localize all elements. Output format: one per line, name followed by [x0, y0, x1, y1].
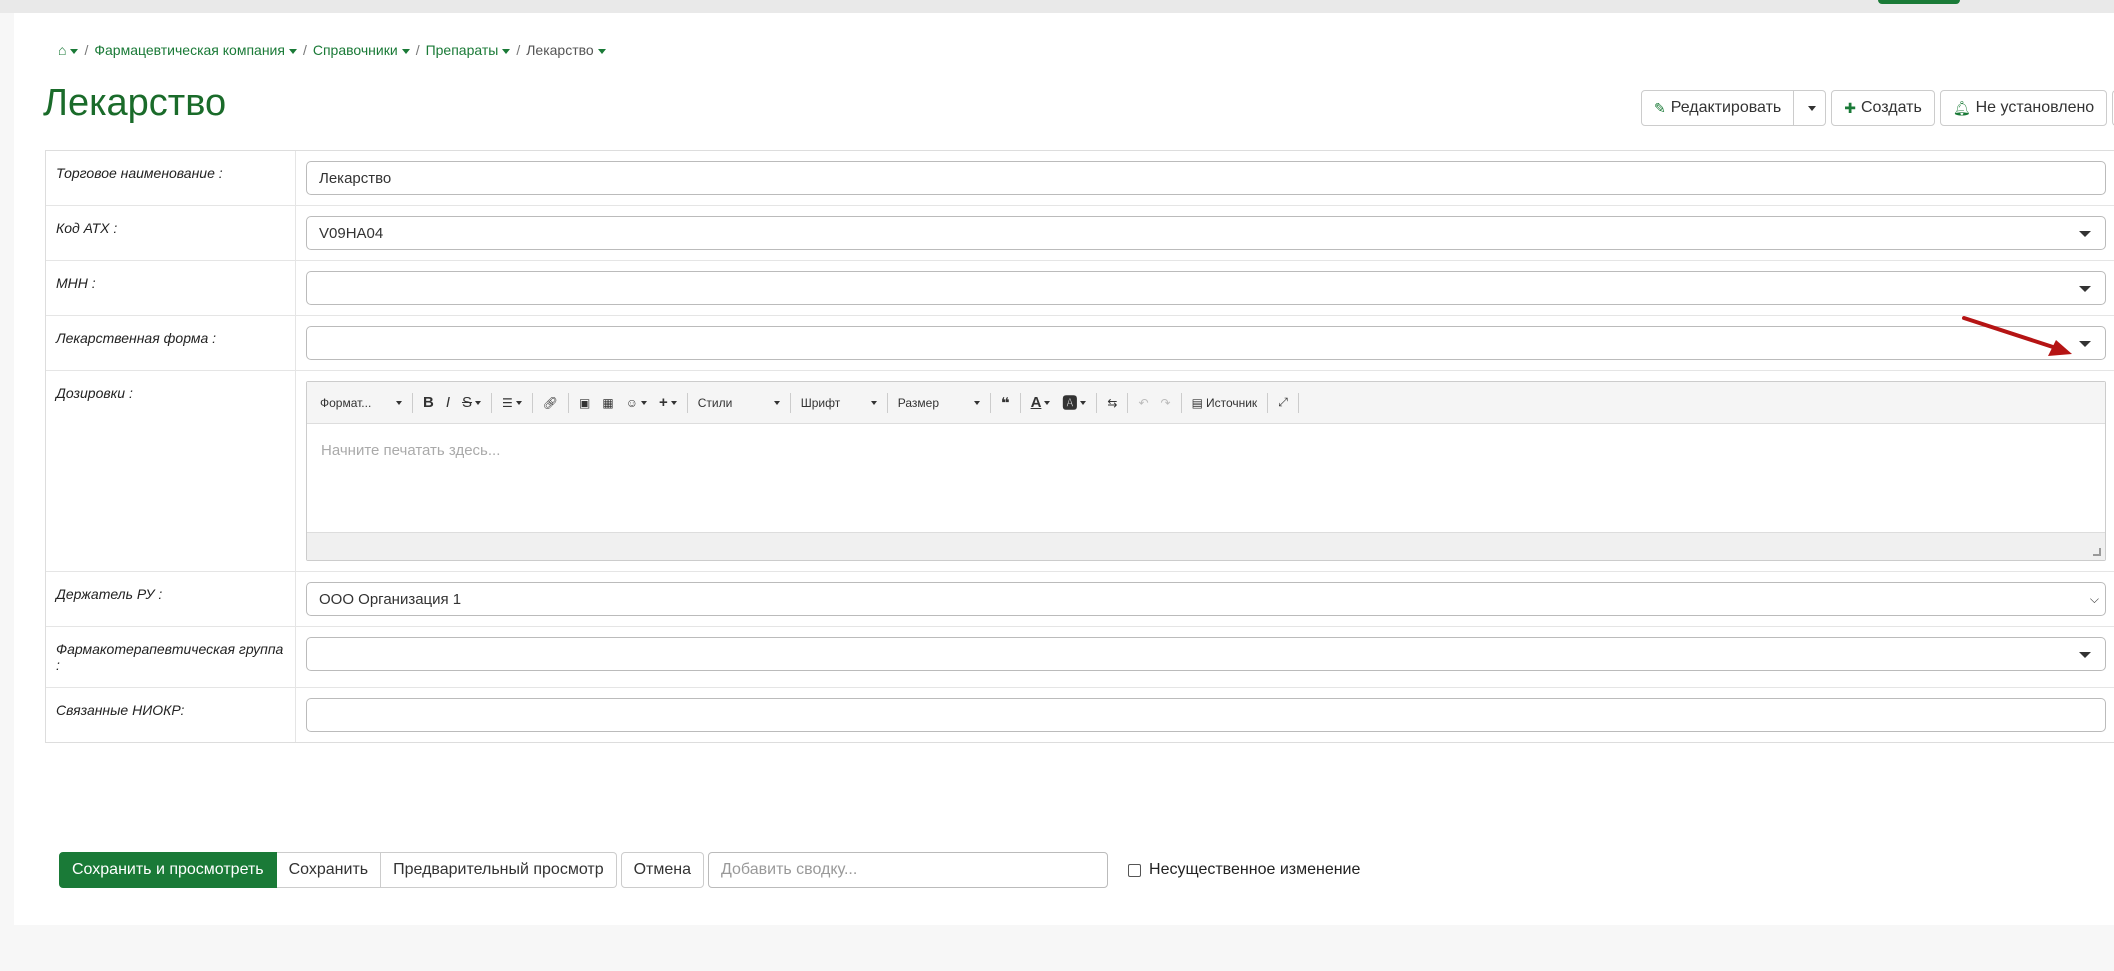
breadcrumb-current[interactable]: Лекарство [526, 42, 606, 58]
field-label: Лекарственная форма : [46, 316, 296, 370]
top-bar-button[interactable] [1878, 0, 1960, 4]
action-toolbar: ✎ Редактировать ✚ Создать 🔔︎ Не установлено… [1641, 90, 2114, 126]
field-label: Дозировки : [46, 371, 296, 571]
quote-icon[interactable]: ❝ [996, 390, 1015, 416]
field-label: Связанные НИОКР: [46, 688, 296, 742]
fullscreen-icon[interactable]: ⤢ [1273, 390, 1293, 416]
redo-icon[interactable]: ↷ [1156, 390, 1176, 416]
table-icon[interactable]: ▦ [597, 390, 618, 416]
field-label: Держатель РУ : [46, 572, 296, 626]
chevron-down-icon [1808, 105, 1817, 111]
form-row-atc: Код АТХ : V09HA04 [46, 206, 2114, 261]
plus-icon: ✚ [1844, 99, 1856, 116]
minor-change-checkbox[interactable]: Несущественное изменение [1128, 861, 1360, 879]
checkbox-box[interactable] [1128, 863, 1142, 877]
breadcrumb-directories[interactable]: Справочники [313, 42, 410, 58]
form-row-inn: МНН : [46, 261, 2114, 316]
format-dropdown[interactable]: Формат... [315, 390, 407, 416]
background-color-icon[interactable]: 🅰︎ [1057, 390, 1091, 416]
chevron-down-icon [2079, 286, 2091, 292]
save-button[interactable]: Сохранить [276, 852, 382, 888]
editor-toolbar: Формат... B I S ☰ 🔗︎ ▣ ▦ ☺ + Стили Шрифт… [307, 382, 2105, 424]
field-label: Код АТХ : [46, 206, 296, 260]
field-label: Фармакотерапевтическая группа : [46, 627, 296, 687]
chevron-down-icon [2079, 231, 2091, 237]
source-icon: ▤ [1191, 395, 1203, 410]
pencil-icon: ✎ [1654, 99, 1666, 116]
form-row-research: Связанные НИОКР: [46, 688, 2114, 742]
field-label: Торговое наименование : [46, 151, 296, 205]
emoji-icon[interactable]: ☺ [621, 390, 652, 416]
chevron-down-icon [2079, 341, 2091, 347]
undo-icon[interactable]: ↶ [1133, 390, 1153, 416]
form-row-dosage-form: Лекарственная форма : [46, 316, 2114, 371]
list-icon[interactable]: ☰ [497, 390, 527, 416]
remove-format-icon[interactable]: ⇆ [1102, 390, 1122, 416]
form-row-holder: Держатель РУ : ООО Организация 1 ⌵ [46, 572, 2114, 627]
save-and-view-button[interactable]: Сохранить и просмотреть [59, 852, 277, 888]
bold-button[interactable]: B [418, 390, 439, 416]
dosage-form-select[interactable] [306, 326, 2106, 360]
research-input[interactable] [306, 698, 2106, 732]
editor-footer [307, 532, 2105, 560]
bell-icon: 🔔︎ [1952, 99, 1971, 116]
font-dropdown[interactable]: Шрифт [796, 390, 882, 416]
trade-name-input[interactable]: Лекарство [306, 161, 2106, 195]
styles-dropdown[interactable]: Стили [693, 390, 785, 416]
edit-button-group: ✎ Редактировать [1641, 90, 1827, 126]
form-row-trade-name: Торговое наименование : Лекарство [46, 151, 2114, 206]
cancel-button[interactable]: Отмена [620, 852, 705, 888]
source-button[interactable]: ▤ Источник [1187, 390, 1263, 416]
form-row-dosages: Дозировки : Формат... B I S ☰ 🔗︎ ▣ ▦ ☺ +… [46, 371, 2114, 572]
insert-icon[interactable]: + [654, 390, 682, 416]
form-actions: Сохранить и просмотреть Сохранить Предва… [59, 852, 1360, 888]
breadcrumb-company[interactable]: Фармацевтическая компания [94, 42, 297, 58]
holder-select[interactable]: ООО Организация 1 ⌵ [306, 582, 2106, 616]
image-icon[interactable]: ▣ [574, 390, 595, 416]
chevron-down-icon [2079, 652, 2091, 658]
annotation-arrow [1962, 316, 2072, 356]
create-button[interactable]: ✚ Создать [1831, 90, 1935, 126]
field-label: МНН : [46, 261, 296, 315]
text-color-icon[interactable]: A [1026, 390, 1056, 416]
preview-button[interactable]: Предварительный просмотр [381, 852, 617, 888]
form-row-pharm-group: Фармакотерапевтическая группа : [46, 627, 2114, 688]
breadcrumb-drugs[interactable]: Препараты [426, 42, 511, 58]
resize-handle[interactable] [2093, 548, 2101, 556]
edit-button[interactable]: ✎ Редактировать [1642, 91, 1795, 125]
inn-select[interactable] [306, 271, 2106, 305]
top-bar [0, 0, 2114, 13]
atc-code-select[interactable]: V09HA04 [306, 216, 2106, 250]
link-icon[interactable]: 🔗︎ [538, 390, 563, 416]
notification-button[interactable]: 🔔︎ Не установлено [1939, 90, 2108, 126]
edit-dropdown-toggle[interactable] [1799, 91, 1825, 125]
italic-button[interactable]: I [441, 390, 455, 416]
pharm-group-select[interactable] [306, 637, 2106, 671]
summary-input[interactable]: Добавить сводку... [708, 852, 1109, 888]
page-title: Лекарство [43, 82, 227, 124]
home-icon[interactable]: ⌂ [58, 42, 79, 58]
size-dropdown[interactable]: Размер [893, 390, 985, 416]
chevron-down-icon: ⌵ [2089, 592, 2099, 606]
drug-form: Торговое наименование : Лекарство Код АТ… [45, 150, 2114, 743]
editor-body[interactable]: Начните печатать здесь... [307, 424, 2105, 532]
rich-text-editor: Формат... B I S ☰ 🔗︎ ▣ ▦ ☺ + Стили Шрифт… [306, 381, 2106, 561]
breadcrumb: ⌂ / Фармацевтическая компания / Справочн… [58, 42, 606, 58]
strikethrough-button[interactable]: S [457, 390, 486, 416]
